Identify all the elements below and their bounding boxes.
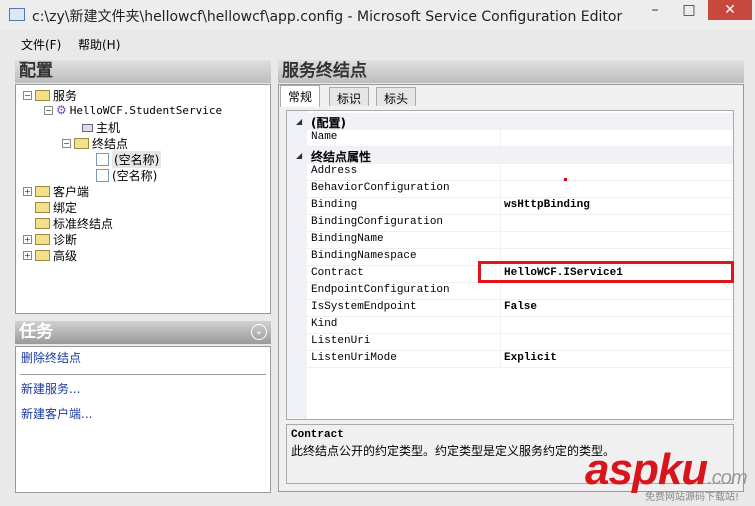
folder-icon — [35, 90, 50, 101]
collapse-icon[interactable]: − — [44, 105, 53, 115]
grid-row-bindingname[interactable]: BindingName — [287, 232, 733, 249]
watermark-slogan: 免费网站源码下载站! — [645, 492, 740, 503]
property-name: ListenUriMode — [311, 352, 397, 364]
tasks-panel: 删除终结点 新建服务... 新建客户端... — [15, 346, 271, 493]
endpoint-icon — [96, 153, 109, 166]
folder-icon — [35, 250, 50, 261]
menu-file[interactable]: 文件(F) — [21, 36, 61, 53]
grid-row-behaviorconfiguration[interactable]: BehaviorConfiguration — [287, 181, 733, 198]
grid-category[interactable]: ◢ (配置) — [287, 113, 733, 130]
grid-row-binding[interactable]: Binding wsHttpBinding — [287, 198, 733, 215]
grid-row-listenurimode[interactable]: ListenUriMode Explicit — [287, 351, 733, 368]
property-name: Binding — [311, 199, 358, 211]
grid-row-issystemendpoint[interactable]: IsSystemEndpoint False — [287, 300, 733, 317]
folder-icon — [35, 234, 50, 245]
node-label: (空名称) — [112, 151, 162, 168]
tree-node-diagnostics[interactable]: + 诊断 — [23, 231, 77, 248]
endpoint-icon — [96, 169, 109, 182]
endpoint-header: 服务终结点 — [278, 60, 744, 83]
tasks-header: 任务 ⌄ — [15, 321, 271, 344]
tree-node-advanced[interactable]: + 高级 — [23, 247, 77, 264]
description-title: Contract — [291, 429, 344, 441]
expand-icon[interactable]: + — [23, 187, 32, 196]
tree-node-host[interactable]: 主机 — [82, 119, 120, 136]
node-label: 终结点 — [92, 137, 129, 151]
config-header: 配置 — [15, 60, 271, 83]
tree-node-bindings[interactable]: 绑定 — [35, 199, 77, 216]
delete-endpoint-link[interactable]: 删除终结点 — [21, 349, 81, 366]
tab-identity[interactable]: 标识 — [329, 87, 370, 106]
tree-node-service[interactable]: − ⚙ HelloWCF.StudentService — [44, 103, 222, 117]
new-client-link[interactable]: 新建客户端... — [21, 405, 92, 422]
grid-row-bindingconfiguration[interactable]: BindingConfiguration — [287, 215, 733, 232]
collapse-triangle-icon[interactable]: ◢ — [296, 117, 302, 126]
property-value[interactable]: Explicit — [504, 352, 557, 364]
grid-row-endpointconfiguration[interactable]: EndpointConfiguration — [287, 283, 733, 300]
folder-icon — [35, 218, 50, 229]
app-icon — [9, 8, 25, 21]
node-label: 高级 — [53, 249, 78, 263]
property-name: Address — [311, 165, 358, 177]
property-name: Contract — [311, 267, 364, 279]
node-label: 绑定 — [53, 201, 78, 215]
grid-category[interactable]: ◢ 终结点属性 — [287, 147, 733, 164]
node-label: 诊断 — [53, 233, 78, 247]
tree-node-endpoints[interactable]: − 终结点 — [62, 135, 128, 152]
expand-icon[interactable]: + — [23, 251, 32, 260]
folder-icon — [35, 186, 50, 197]
folder-icon — [35, 202, 50, 213]
property-name: BindingNamespace — [311, 250, 417, 262]
property-name: BindingConfiguration — [311, 216, 444, 228]
tasks-title: 任务 — [19, 322, 53, 342]
new-service-link[interactable]: 新建服务... — [21, 380, 80, 397]
node-label: HelloWCF.StudentService — [69, 103, 223, 117]
collapse-triangle-icon[interactable]: ◢ — [296, 151, 302, 160]
tab-general[interactable]: 常规 — [280, 85, 321, 107]
property-name: Kind — [311, 318, 338, 330]
grid-row-address[interactable]: Address — [287, 164, 733, 181]
tree-node-endpoint-2[interactable]: (空名称) — [96, 167, 157, 184]
service-gear-icon: ⚙ — [56, 103, 67, 117]
property-name: ListenUri — [311, 335, 371, 347]
red-dot — [564, 178, 567, 181]
window-title: c:\zy\新建文件夹\hellowcf\hellowcf\app.config… — [32, 9, 623, 25]
grid-row-listenuri[interactable]: ListenUri — [287, 334, 733, 351]
collapse-icon[interactable]: − — [23, 91, 32, 100]
menu-help[interactable]: 帮助(H) — [78, 36, 120, 53]
maximize-button[interactable]: □ — [674, 0, 704, 20]
node-label: (空名称) — [112, 169, 158, 183]
tree-node-services[interactable]: − 服务 — [23, 87, 77, 104]
property-name: IsSystemEndpoint — [311, 301, 417, 313]
property-name: BehaviorConfiguration — [311, 182, 450, 194]
property-name: EndpointConfiguration — [311, 284, 450, 296]
divider — [20, 374, 266, 375]
tree-node-standard-endpoints[interactable]: 标准终结点 — [35, 215, 113, 232]
tree-node-client[interactable]: + 客户端 — [23, 183, 89, 200]
node-label: 标准终结点 — [53, 217, 114, 231]
config-tree: − 服务 − ⚙ HelloWCF.StudentService 主机 − 终结点 (空… — [15, 84, 271, 314]
category-label: 终结点属性 — [311, 150, 372, 164]
grid-row-name[interactable]: Name — [287, 130, 733, 147]
minimize-button[interactable]: – — [640, 0, 670, 20]
property-name: Name — [311, 131, 338, 143]
node-label: 客户端 — [53, 185, 90, 199]
close-button[interactable]: ✕ — [708, 0, 752, 20]
category-label: (配置) — [311, 116, 346, 130]
folder-icon — [74, 138, 89, 149]
property-name: BindingName — [311, 233, 384, 245]
node-label: 服务 — [53, 89, 78, 103]
collapse-chevron-icon[interactable]: ⌄ — [251, 324, 267, 340]
host-icon — [82, 123, 93, 132]
property-value[interactable]: False — [504, 301, 537, 313]
tree-node-endpoint-1[interactable]: (空名称) — [96, 151, 162, 168]
grid-row-kind[interactable]: Kind — [287, 317, 733, 334]
tab-headers[interactable]: 标头 — [376, 87, 417, 106]
node-label: 主机 — [96, 121, 121, 135]
collapse-icon[interactable]: − — [62, 139, 71, 148]
property-value[interactable]: wsHttpBinding — [504, 199, 590, 211]
contract-highlight-box — [478, 261, 734, 283]
expand-icon[interactable]: + — [23, 235, 32, 244]
